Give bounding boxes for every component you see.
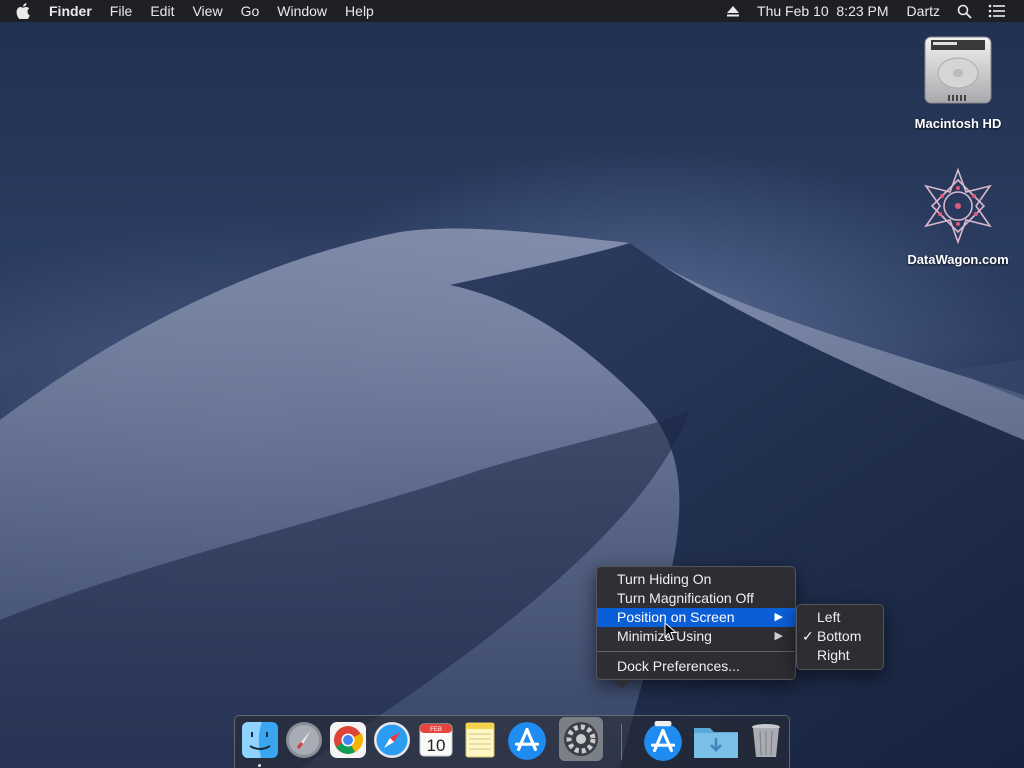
desktop-icon-datawagon[interactable]: DataWagon.com [903, 166, 1013, 267]
submenu-item-label: Right [817, 647, 850, 663]
menu-pointer-arrow [614, 680, 630, 689]
chrome-icon[interactable] [328, 720, 368, 760]
calendar-month: FEB [430, 727, 442, 733]
notification-center-icon[interactable] [980, 4, 1014, 18]
position-submenu: Left ✓ Bottom Right [796, 604, 884, 670]
menu-item-label: Dock Preferences... [617, 658, 740, 674]
submenu-item-label: Bottom [817, 628, 862, 644]
trash-icon[interactable] [746, 720, 786, 760]
safari-icon[interactable] [372, 720, 412, 760]
finder-icon[interactable] [240, 720, 280, 760]
menu-item-dock-preferences[interactable]: Dock Preferences... [597, 657, 795, 676]
menu-edit[interactable]: Edit [141, 0, 183, 22]
dock-context-menu: Turn Hiding On Turn Magnification Off Po… [596, 566, 796, 680]
menu-item-minimize-using[interactable]: Minimize Using ▶ [597, 627, 795, 646]
system-preferences-icon[interactable] [558, 716, 604, 762]
menu-item-position-on-screen[interactable]: Position on Screen ▶ [597, 608, 795, 627]
menu-user[interactable]: Dartz [898, 0, 949, 22]
dock-separator [621, 724, 622, 760]
menu-app-name[interactable]: Finder [40, 0, 101, 22]
checkmark-icon: ✓ [802, 628, 814, 644]
app-store-download-icon[interactable] [642, 720, 682, 761]
menu-file[interactable]: File [101, 0, 142, 22]
submenu-item-bottom[interactable]: ✓ Bottom [797, 627, 883, 646]
menu-view[interactable]: View [183, 0, 231, 22]
hard-drive-icon [918, 30, 998, 110]
menu-item-label: Turn Hiding On [617, 571, 712, 587]
downloads-folder-icon[interactable] [692, 720, 740, 760]
eject-icon[interactable] [718, 5, 748, 17]
menu-item-turn-magnification-off[interactable]: Turn Magnification Off [597, 589, 795, 608]
desktop-icon-macintosh-hd[interactable]: Macintosh HD [903, 30, 1013, 131]
menu-go[interactable]: Go [232, 0, 269, 22]
menu-item-label: Turn Magnification Off [617, 590, 754, 606]
menu-item-turn-hiding-on[interactable]: Turn Hiding On [597, 570, 795, 589]
spotlight-search-icon[interactable] [949, 4, 980, 19]
menu-separator [597, 651, 795, 652]
calendar-day: 10 [427, 736, 446, 755]
notes-icon[interactable] [460, 720, 500, 760]
submenu-arrow-icon: ▶ [774, 630, 783, 642]
submenu-item-label: Left [817, 609, 841, 625]
app-store-icon[interactable] [506, 720, 546, 760]
desktop-icon-label: Macintosh HD [914, 116, 1002, 131]
launchpad-icon[interactable] [284, 720, 324, 760]
submenu-item-left[interactable]: Left [797, 608, 883, 627]
dock: FEB 10 [234, 715, 790, 768]
menu-bar: Finder File Edit View Go Window Help Thu… [0, 0, 1024, 22]
submenu-arrow-icon: ▶ [774, 611, 783, 623]
apple-menu-icon[interactable] [16, 3, 30, 20]
datawagon-logo-icon [918, 166, 998, 246]
submenu-item-right[interactable]: Right [797, 646, 883, 665]
running-indicator [258, 764, 261, 767]
menu-help[interactable]: Help [336, 0, 383, 22]
menu-window[interactable]: Window [268, 0, 336, 22]
mouse-pointer-icon [664, 621, 678, 647]
menu-clock[interactable]: Thu Feb 10 8:23 PM [748, 0, 898, 22]
desktop-icon-label: DataWagon.com [907, 252, 1009, 267]
calendar-icon[interactable]: FEB 10 [416, 720, 456, 760]
